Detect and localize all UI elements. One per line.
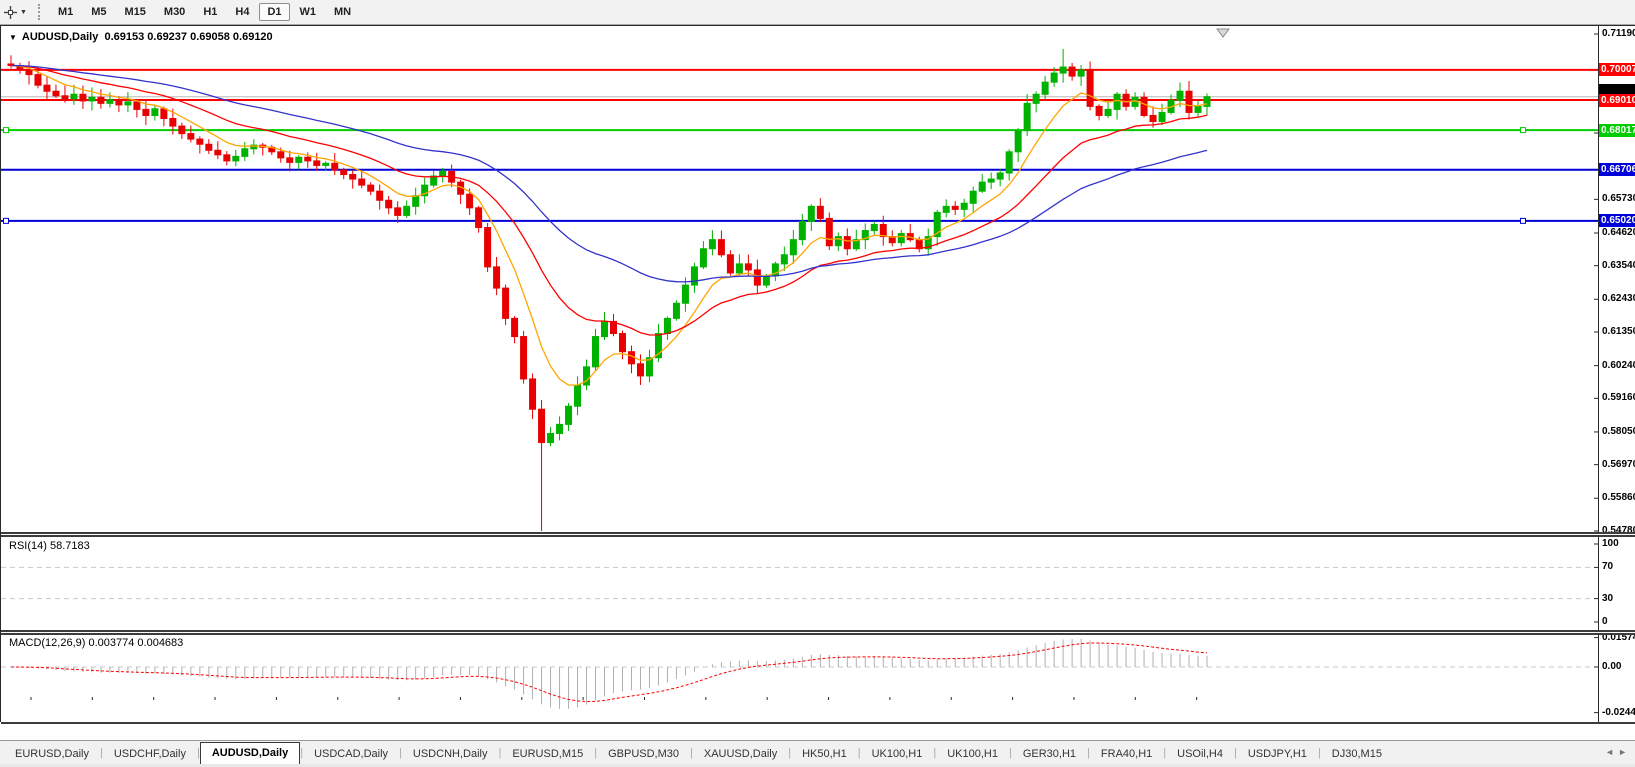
tab-GBPUSD-M30[interactable]: GBPUSD,M30	[597, 744, 690, 764]
timeframe-button-D1[interactable]: D1	[259, 3, 290, 21]
tab-USDCNH-Daily[interactable]: USDCNH,Daily	[402, 744, 499, 764]
tab-USOil-H4[interactable]: USOil,H4	[1166, 744, 1234, 764]
chevron-down-icon: ▼	[20, 8, 27, 16]
tab-AUDUSD-Daily[interactable]: AUDUSD,Daily	[199, 742, 301, 764]
line-handle[interactable]	[3, 127, 9, 134]
rsi-axis-tick: 30	[1602, 592, 1614, 604]
timeframe-button-M5[interactable]: M5	[83, 3, 114, 21]
cursor-tool-button[interactable]: ▼	[0, 4, 30, 21]
line-handle[interactable]	[1520, 127, 1526, 134]
price-axis-tick: 0.58050	[1602, 425, 1635, 437]
macd-panel-layer	[1, 638, 1594, 709]
tab-scroll-right-icon[interactable]: ►	[1618, 747, 1631, 757]
chart-symbol-period: AUDUSD,Daily	[21, 31, 99, 43]
timeframe-button-H4[interactable]: H4	[227, 3, 257, 21]
rsi-panel-title: RSI(14) 58.7183	[9, 540, 90, 552]
rsi-axis-tick: 100	[1602, 538, 1619, 549]
price-line-label[interactable]: 0.68017	[1599, 123, 1635, 137]
macd-panel-title: MACD(12,26,9) 0.003774 0.004683	[9, 637, 184, 649]
timeframe-button-MN[interactable]: MN	[326, 3, 359, 21]
price-line-label[interactable]: 0.66706	[1599, 163, 1635, 177]
macd-axis-tick: -0.02441	[1602, 706, 1635, 718]
timeframe-button-M30[interactable]: M30	[156, 3, 193, 21]
tab-FRA40-H1[interactable]: FRA40,H1	[1090, 744, 1163, 764]
tab-HK50-H1[interactable]: HK50,H1	[791, 744, 858, 764]
chart-window[interactable]: ▼ AUDUSD,Daily 0.69153 0.69237 0.69058 0.…	[0, 25, 1635, 763]
macd-histogram	[19, 638, 1208, 709]
price-axis-tick: 0.71190	[1602, 28, 1635, 39]
chart-title: ▼ AUDUSD,Daily 0.69153 0.69237 0.69058 0.…	[9, 31, 273, 43]
chart-canvas[interactable]	[1, 26, 1598, 723]
price-line-label[interactable]: 0.65020	[1599, 214, 1635, 228]
panel-separator-rsi[interactable]	[1, 532, 1635, 537]
tab-UK100-H1[interactable]: UK100,H1	[861, 744, 934, 764]
tab-UK100-H1[interactable]: UK100,H1	[936, 744, 1009, 764]
chart-ohlc-values: 0.69153 0.69237 0.69058 0.69120	[104, 31, 273, 43]
rsi-line	[11, 556, 1207, 622]
line-handle[interactable]	[3, 217, 9, 224]
timeframe-button-W1[interactable]: W1	[292, 3, 325, 21]
price-axis-tick: 0.62430	[1602, 293, 1635, 305]
tab-EURUSD-Daily[interactable]: EURUSD,Daily	[4, 744, 100, 764]
chart-menu-caret-icon[interactable]: ▼	[9, 33, 17, 42]
timeframe-button-M15[interactable]: M15	[117, 3, 154, 21]
tab-scroll-arrows[interactable]: ◄►	[1605, 747, 1631, 757]
crosshair-icon	[4, 5, 17, 19]
mt4-terminal: ▼ M1 M5 M15 M30 H1 H4 D1 W1 MN ▼ AUDUSD,Daily 0.6…	[0, 0, 1635, 767]
horizontal-lines-layer[interactable]	[1, 68, 1598, 224]
tab-GER30-H1[interactable]: GER30,H1	[1012, 744, 1087, 764]
rsi-panel-layer	[1, 566, 1594, 600]
timeframe-button-H1[interactable]: H1	[195, 3, 225, 21]
tab-EURUSD-M15[interactable]: EURUSD,M15	[501, 744, 594, 764]
line-handle[interactable]	[1520, 217, 1526, 224]
timeframe-toolbar: ▼ M1 M5 M15 M30 H1 H4 D1 W1 MN	[0, 0, 1635, 25]
rsi-axis-tick: 70	[1602, 561, 1614, 573]
price-axis-tick: 0.59160	[1602, 392, 1635, 404]
price-axis-tick: 0.56970	[1602, 458, 1635, 470]
price-axis-tick: 0.63540	[1602, 259, 1635, 271]
price-axis-tick: 0.64620	[1602, 226, 1635, 238]
tab-USDCAD-Daily[interactable]: USDCAD,Daily	[303, 744, 399, 764]
chart-tab-bar: EURUSD,Daily | USDCHF,Daily | AUDUSD,Daily | U…	[0, 740, 1635, 764]
tab-USDJPY-H1[interactable]: USDJPY,H1	[1237, 744, 1318, 764]
chart-shift-marker[interactable]	[1216, 28, 1230, 38]
macd-axis-tick: 0.00	[1602, 661, 1622, 672]
date-axis-line	[1, 722, 1635, 724]
price-line-label[interactable]: 0.69010	[1599, 93, 1635, 107]
rsi-axis-tick: 0	[1602, 616, 1608, 627]
tab-scroll-left-icon[interactable]: ◄	[1605, 747, 1618, 757]
tab-DJ30-M15[interactable]: DJ30,M15	[1321, 744, 1393, 764]
tab-USDCHF-Daily[interactable]: USDCHF,Daily	[103, 744, 197, 764]
timeframe-button-M1[interactable]: M1	[50, 3, 81, 21]
price-line-label[interactable]: 0.70007	[1599, 63, 1635, 77]
toolbar-grip[interactable]	[37, 4, 43, 20]
price-axis-tick: 0.55860	[1602, 492, 1635, 504]
price-axis-tick: 0.61350	[1602, 326, 1635, 337]
panel-separator-macd[interactable]	[1, 630, 1635, 635]
price-axis-tick: 0.60240	[1602, 359, 1635, 371]
price-axis-tick: 0.65730	[1602, 193, 1635, 205]
tab-XAUUSD-Daily[interactable]: XAUUSD,Daily	[693, 744, 788, 764]
